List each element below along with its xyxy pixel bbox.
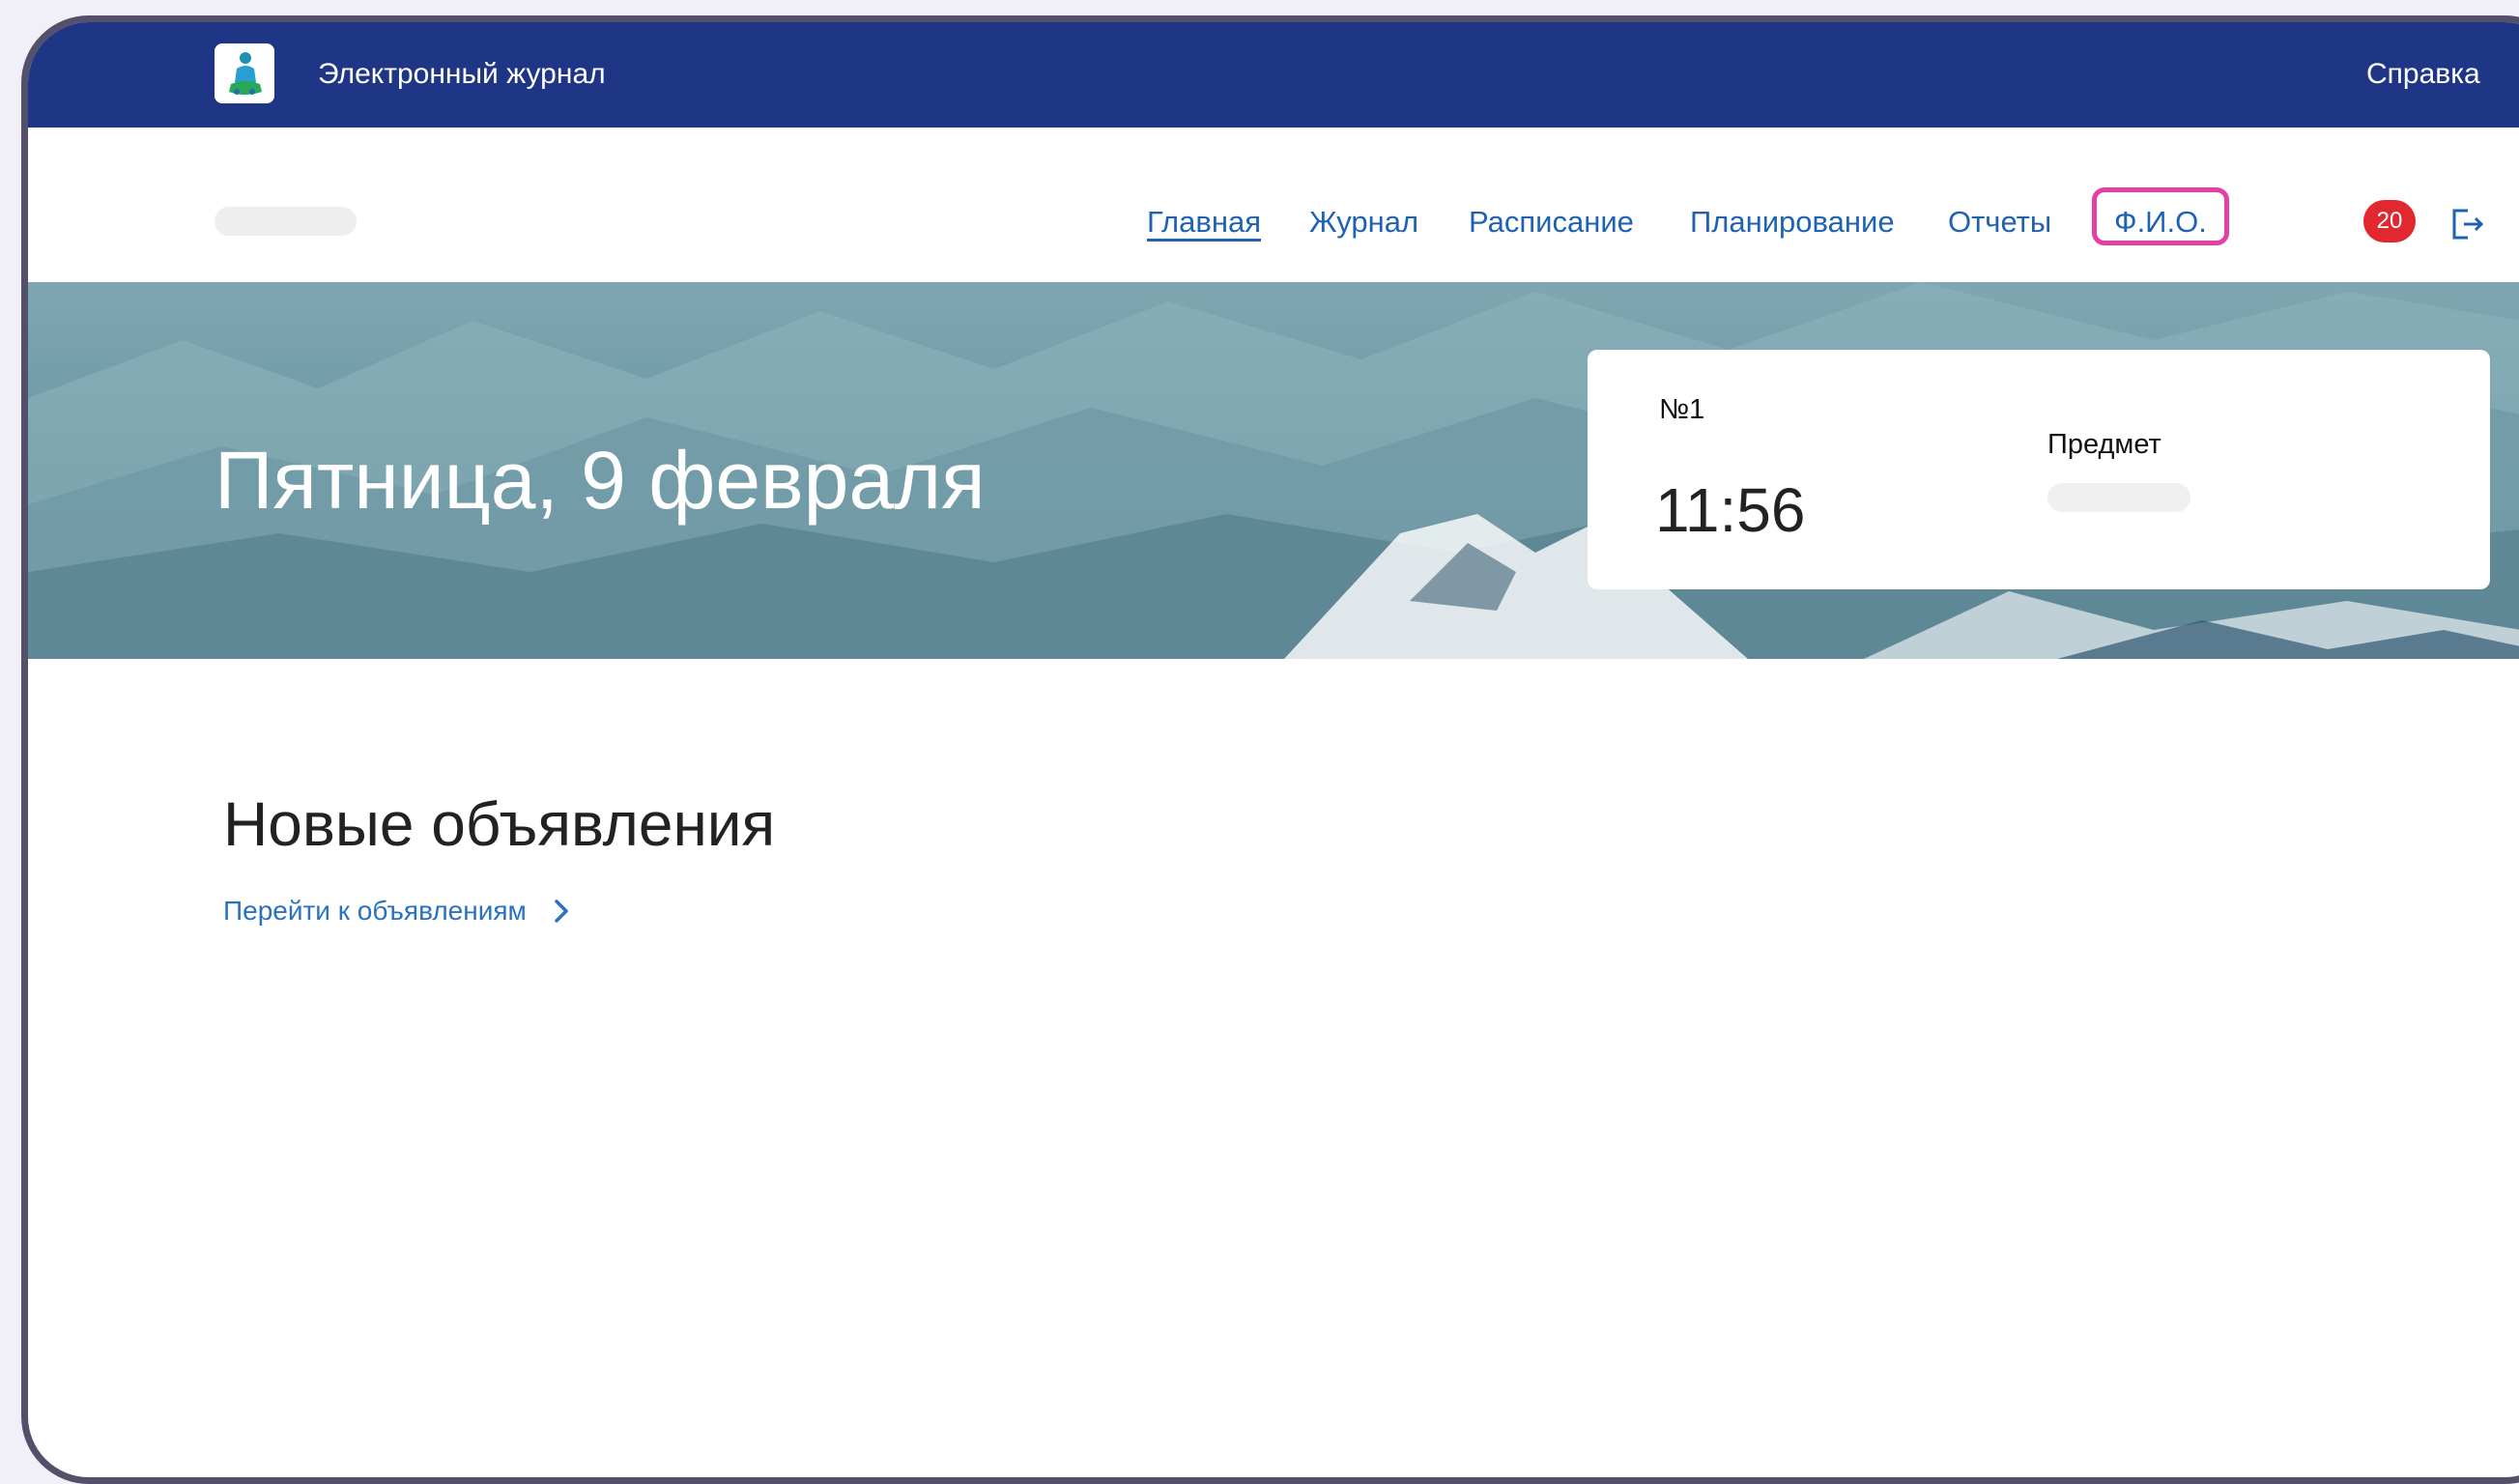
subject-name-placeholder bbox=[2047, 483, 2190, 512]
lesson-number: №1 bbox=[1659, 394, 1705, 425]
chevron-right-icon bbox=[555, 899, 568, 923]
help-link[interactable]: Справка bbox=[2366, 55, 2480, 94]
date-heading: Пятница, 9 февраля bbox=[215, 435, 986, 526]
nav-item-schedule[interactable]: Расписание bbox=[1469, 203, 1634, 242]
date-banner: Пятница, 9 февраля №1 11:56 Предмет bbox=[28, 282, 2519, 659]
subject-label: Предмет bbox=[2047, 429, 2161, 460]
announcements-link[interactable]: Перейти к объявлениям bbox=[223, 894, 571, 928]
nav-item-journal[interactable]: Журнал bbox=[1309, 203, 1418, 242]
app-title: Электронный журнал bbox=[318, 58, 606, 90]
top-bar: Электронный журнал Справка bbox=[28, 22, 2519, 128]
main-navigation: Главная Журнал Расписание Планирование О… bbox=[28, 128, 2519, 282]
nav-item-home[interactable]: Главная bbox=[1147, 203, 1261, 242]
notifications-badge[interactable]: 20 bbox=[2363, 200, 2416, 243]
school-name-placeholder bbox=[215, 207, 357, 236]
announcements-link-label: Перейти к объявлениям bbox=[223, 896, 527, 926]
current-lesson-card[interactable]: №1 11:56 Предмет bbox=[1588, 350, 2490, 589]
device-frame: Электронный журнал Справка Главная Журна… bbox=[21, 15, 2519, 1484]
nav-item-planning[interactable]: Планирование bbox=[1690, 203, 1895, 242]
logout-icon[interactable] bbox=[2448, 205, 2487, 243]
lesson-time: 11:56 bbox=[1655, 475, 1806, 545]
nav-item-reports[interactable]: Отчеты bbox=[1948, 203, 2051, 242]
announcements-title: Новые объявления bbox=[223, 789, 776, 859]
app-screen: Электронный журнал Справка Главная Журна… bbox=[28, 22, 2519, 1477]
school-logo-icon[interactable] bbox=[215, 43, 274, 103]
nav-item-profile[interactable]: Ф.И.О. bbox=[2114, 203, 2207, 242]
